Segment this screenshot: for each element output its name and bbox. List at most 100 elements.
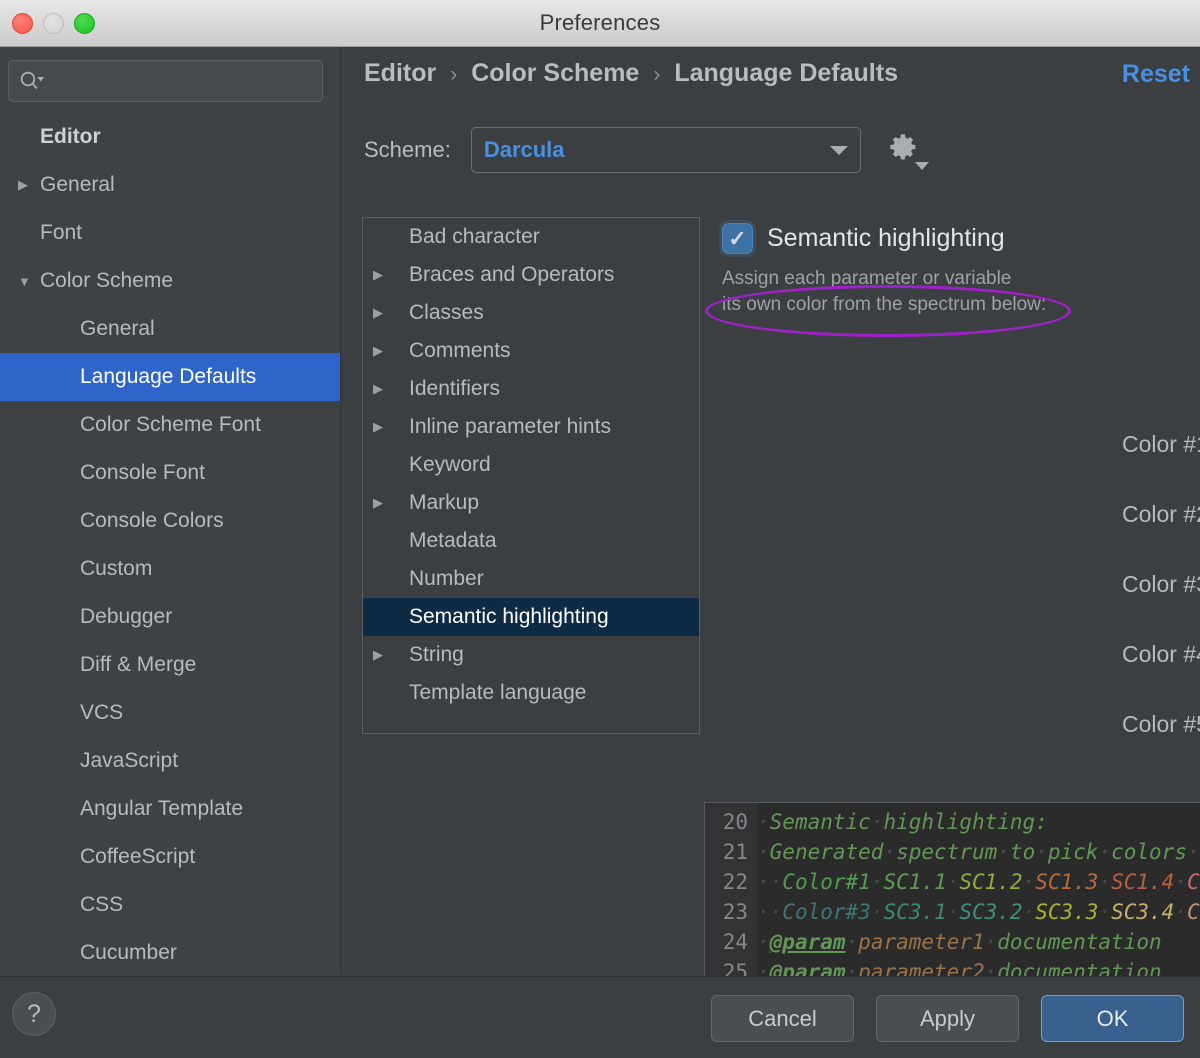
code-token: documentation (997, 930, 1161, 954)
tree-item-identifiers[interactable]: Identifiers (363, 370, 699, 408)
sidebar-item-angular-template[interactable]: Angular Template (0, 785, 341, 833)
code-token: colors (1111, 840, 1187, 864)
color-spectrum-list: Color #1529D52Color #2BE7070Color #33D76… (1122, 409, 1200, 759)
code-token: SC3.4 (1111, 900, 1174, 924)
sidebar-item-language-defaults[interactable]: Language Defaults (0, 353, 341, 401)
tree-item-number[interactable]: Number (363, 560, 699, 598)
chevron-right-icon[interactable] (373, 381, 409, 397)
scheme-row: Scheme: Darcula (364, 127, 927, 173)
sidebar-item-vcs[interactable]: VCS (0, 689, 341, 737)
code-token: ·· (757, 870, 782, 894)
semantic-highlighting-checkbox-row[interactable]: ✓ Semantic highlighting (722, 223, 1192, 254)
code-token: Color#3 (782, 900, 871, 924)
sidebar-item-cucumber[interactable]: Cucumber (0, 929, 341, 975)
chevron-right-icon[interactable] (373, 419, 409, 435)
sidebar-item-label: JavaScript (80, 749, 178, 773)
sidebar-item-label: Angular Template (80, 797, 243, 821)
chevron-right-icon[interactable] (373, 305, 409, 321)
tree-item-keyword[interactable]: Keyword (363, 446, 699, 484)
tree-item-braces-and-operators[interactable]: Braces and Operators (363, 256, 699, 294)
sidebar-item-label: Cucumber (80, 941, 177, 965)
sidebar-item-console-font[interactable]: Console Font (0, 449, 341, 497)
code-token: · (947, 900, 960, 924)
reset-link[interactable]: Reset (1122, 60, 1190, 89)
sidebar-item-css[interactable]: CSS (0, 881, 341, 929)
tree-item-metadata[interactable]: Metadata (363, 522, 699, 560)
sidebar-item-general[interactable]: General (0, 161, 341, 209)
code-token: · (757, 810, 770, 834)
chevron-right-icon[interactable] (373, 267, 409, 283)
scheme-label: Scheme: (364, 137, 451, 163)
code-token: spectrum (896, 840, 997, 864)
tree-item-markup[interactable]: Markup (363, 484, 699, 522)
code-token: SC1.2 (959, 870, 1022, 894)
sidebar-item-console-colors[interactable]: Console Colors (0, 497, 341, 545)
help-button[interactable]: ? (12, 992, 56, 1036)
sidebar-item-debugger[interactable]: Debugger (0, 593, 341, 641)
sidebar-item-color-scheme-font[interactable]: Color Scheme Font (0, 401, 341, 449)
semantic-highlighting-checkbox[interactable]: ✓ (722, 223, 753, 254)
code-token: · (1098, 900, 1111, 924)
chevron-right-icon[interactable] (373, 647, 409, 663)
line-number: 23 (705, 897, 757, 927)
code-line: ·Generated·spectrum·to·pick·colors·for·l… (757, 837, 1200, 867)
sidebar-item-coffeescript[interactable]: CoffeeScript (0, 833, 341, 881)
ok-button[interactable]: OK (1041, 995, 1184, 1042)
tree-item-semantic-highlighting[interactable]: Semantic highlighting (363, 598, 699, 636)
sidebar-item-javascript[interactable]: JavaScript (0, 737, 341, 785)
description-line-2: its own color from the spectrum below: (722, 292, 1192, 318)
dialog-body: EditorGeneralFontColor SchemeGeneralLang… (0, 47, 1200, 1058)
close-button[interactable] (12, 13, 33, 34)
color-label: Color #1 (1122, 431, 1200, 458)
tree-item-string[interactable]: String (363, 636, 699, 674)
code-token: · (1098, 870, 1111, 894)
check-icon: ✓ (728, 228, 746, 250)
breadcrumb-item[interactable]: Editor (364, 59, 436, 88)
sidebar-item-label: Font (40, 221, 82, 245)
chevron-right-icon[interactable] (10, 177, 40, 193)
tree-item-comments[interactable]: Comments (363, 332, 699, 370)
code-preview[interactable]: 202122232425 ·Semantic·highlighting:·Gen… (704, 802, 1200, 1005)
color-label: Color #2 (1122, 501, 1200, 528)
chevron-right-icon[interactable] (373, 343, 409, 359)
sidebar-item-label: Console Font (80, 461, 205, 485)
cancel-button[interactable]: Cancel (711, 995, 854, 1042)
code-token: · (947, 870, 960, 894)
scheme-select[interactable]: Darcula (471, 127, 861, 173)
tree-item-label: Identifiers (409, 377, 500, 401)
sidebar-item-color-scheme[interactable]: Color Scheme (0, 257, 341, 305)
tree-item-template-language[interactable]: Template language (363, 674, 699, 712)
search-box[interactable] (8, 60, 323, 102)
code-token: @param (770, 930, 846, 954)
dialog-footer: ? Cancel Apply OK (0, 976, 1200, 1058)
tree-item-classes[interactable]: Classes (363, 294, 699, 332)
chevron-down-icon[interactable] (10, 274, 40, 289)
color-settings-tree[interactable]: Bad character Braces and OperatorsClasses… (362, 217, 700, 734)
maximize-button[interactable] (74, 13, 95, 34)
sidebar-item-diff-merge[interactable]: Diff & Merge (0, 641, 341, 689)
minimize-button[interactable] (43, 13, 64, 34)
code-token: parameter1 (858, 930, 984, 954)
breadcrumb-item[interactable]: Language Defaults (674, 59, 898, 88)
chevron-right-icon[interactable] (373, 495, 409, 511)
search-input[interactable] (45, 72, 322, 90)
window-title: Preferences (0, 10, 1200, 36)
code-token: Color#1 (782, 870, 871, 894)
sidebar-item-custom[interactable]: Custom (0, 545, 341, 593)
color-label: Color #5 (1122, 711, 1200, 738)
search-icon (19, 70, 45, 92)
tree-item-bad-character[interactable]: Bad character (363, 218, 699, 256)
code-token: · (1023, 870, 1036, 894)
apply-button[interactable]: Apply (876, 995, 1019, 1042)
sidebar-item-font[interactable]: Font (0, 209, 341, 257)
code-token: · (757, 840, 770, 864)
breadcrumb-item[interactable]: Color Scheme (471, 59, 639, 88)
code-line: ·@param·parameter1·documentation (757, 927, 1200, 957)
sidebar-item-general[interactable]: General (0, 305, 341, 353)
code-token: · (1174, 900, 1187, 924)
tree-item-inline-parameter-hints[interactable]: Inline parameter hints (363, 408, 699, 446)
sidebar-item-editor[interactable]: Editor (0, 113, 341, 161)
dialog-buttons: Cancel Apply OK (711, 995, 1184, 1042)
scheme-settings-button[interactable] (887, 130, 927, 170)
tree-item-label: Bad character (409, 225, 540, 249)
